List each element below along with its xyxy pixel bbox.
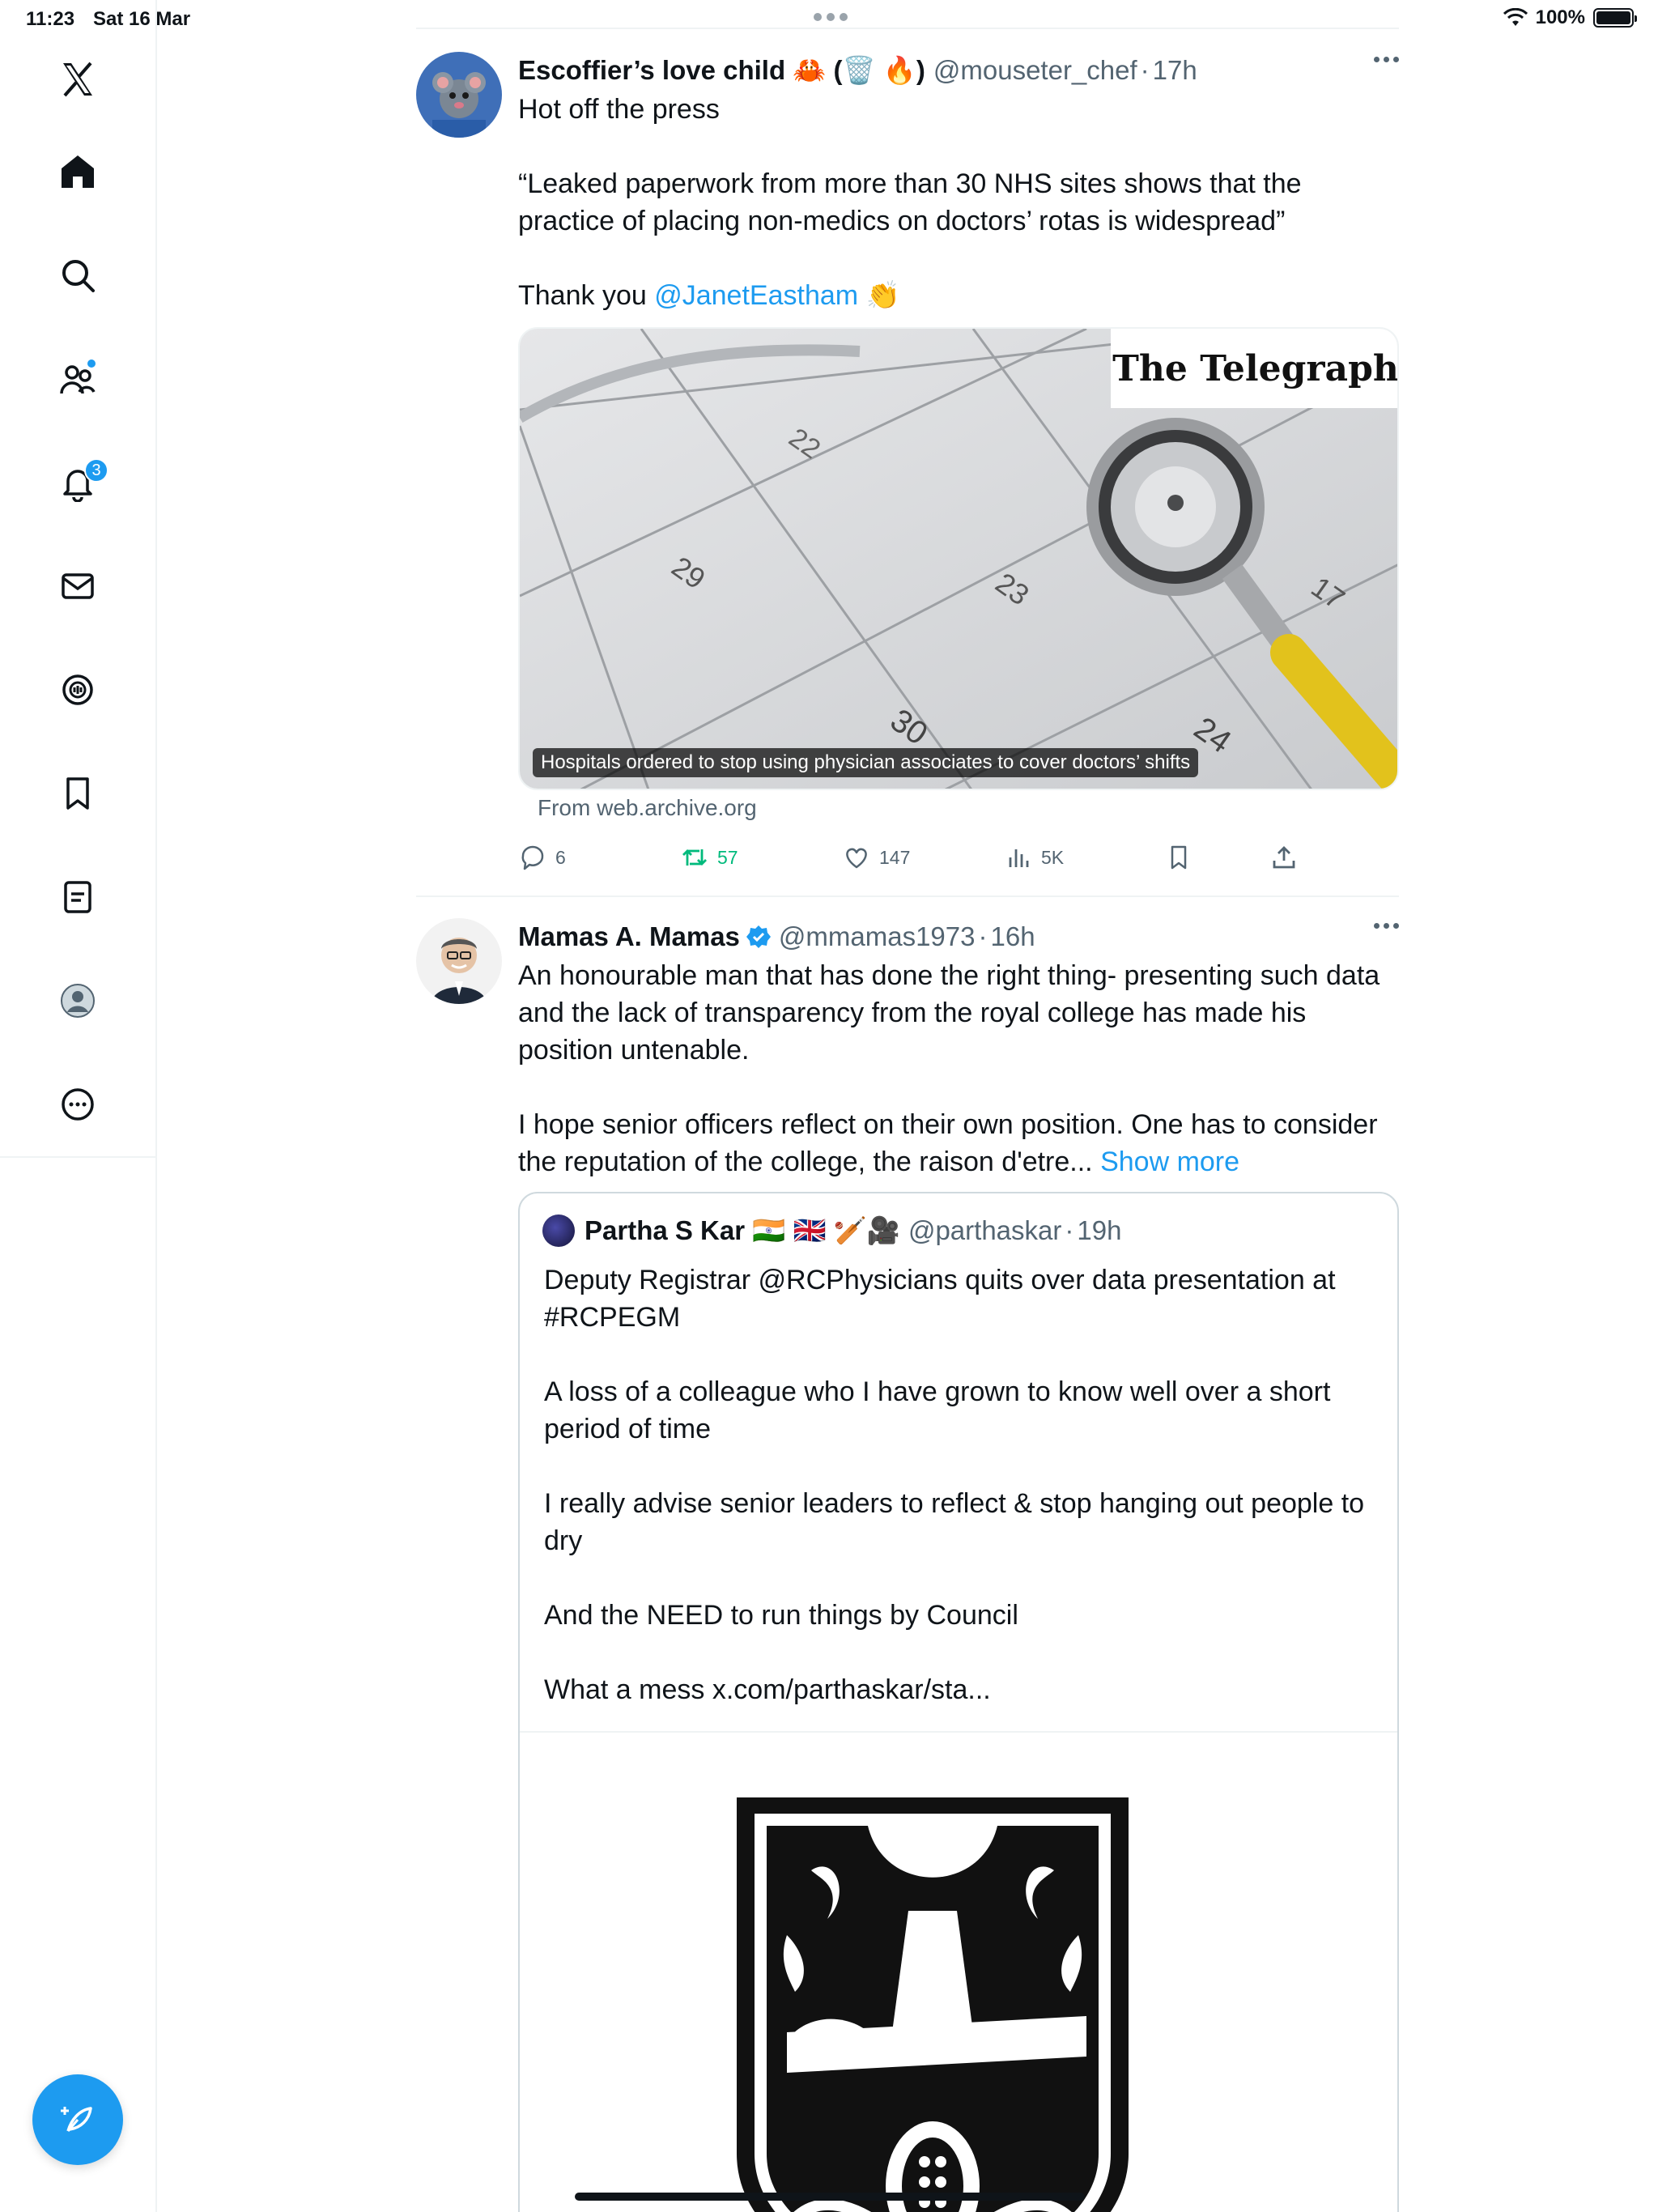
tweet-actions: 6 57 147 5K [518,837,1399,878]
show-more-link[interactable]: Show more [1100,1146,1239,1177]
separator: · [978,921,988,951]
share-icon [1273,846,1295,869]
handle[interactable]: @mmamas1973 [779,921,976,952]
image-caption: Hospitals ordered to stop using physicia… [533,748,1199,777]
tweet-header: Escoffier’s love child 🦀 (🗑️ 🔥) @mousete… [518,52,1399,89]
retweet-icon [682,849,707,866]
compose-feather-icon [61,2107,92,2132]
quote-avatar[interactable] [542,1214,575,1247]
timeline-feed: Escoffier’s love child 🦀 (🗑️ 🔥) @mousete… [416,0,1399,2212]
battery-percent: 100% [1535,6,1585,28]
link-source[interactable]: From web.archive.org [538,795,757,821]
reply-count: 6 [555,846,566,868]
bookmark-button[interactable] [1164,843,1193,872]
quote-timestamp[interactable]: 19h [1077,1215,1121,1246]
tweet[interactable]: Escoffier’s love child 🦀 (🗑️ 🔥) @mousete… [416,52,1399,894]
profile-avatar-icon[interactable] [49,972,107,1030]
verified-badge-icon [746,925,771,948]
more-options-icon[interactable] [1374,923,1399,929]
search-icon[interactable] [49,246,107,304]
college-crest-image [737,1797,1129,2212]
wifi-icon [1503,8,1528,26]
share-button[interactable] [1269,843,1299,872]
battery-icon [1593,8,1637,28]
link-card-image[interactable]: 29 22 30 23 24 17 The Telegraph Hospital… [518,327,1399,790]
reply-icon [521,845,544,870]
like-count: 147 [879,846,911,868]
home-icon[interactable] [49,143,107,201]
quoted-tweet[interactable]: Partha S Kar 🇮🇳 🇬🇧 🏏🎥 @parthaskar · 19h … [518,1192,1399,2212]
telegraph-logo: The Telegraph [1112,347,1399,389]
tweet[interactable]: Mamas A. Mamas @mmamas1973 · 16h An hono… [416,918,1399,2212]
tweet-header: Mamas A. Mamas @mmamas1973 · 16h [518,918,1399,955]
clap-emoji: 👏 [865,280,900,311]
thanks-text: Thank you [518,280,655,311]
quote-separator: · [1065,1215,1074,1245]
tweet-text-line-1: Hot off the press [518,94,720,125]
notifications-bell-icon[interactable]: 3 [49,453,108,512]
compose-tweet-button[interactable] [32,2074,123,2165]
bookmarks-icon[interactable] [49,764,107,823]
tweet-text-quote: “Leaked paperwork from more than 30 NHS … [518,168,1310,236]
heart-icon [846,848,867,869]
views-button[interactable]: 5K [1004,843,1064,872]
avatar[interactable] [416,918,502,1004]
like-button[interactable]: 147 [842,843,910,872]
reply-button[interactable]: 6 [518,843,566,872]
messages-icon[interactable] [49,557,107,615]
retweet-count: 57 [717,846,738,868]
quote-handle[interactable]: @parthaskar [908,1215,1061,1246]
bookmark-icon [1171,845,1187,870]
more-options-icon[interactable] [1374,57,1399,62]
sidebar: 3 [0,0,157,2212]
tweet-text-paragraph-1: An honourable man that has done the righ… [518,960,1388,1066]
grok-icon[interactable] [49,661,107,719]
view-count: 5K [1041,846,1065,868]
notifications-badge: 3 [84,458,108,483]
timestamp[interactable]: 17h [1153,55,1197,86]
communities-icon[interactable] [49,350,107,408]
display-name[interactable]: Mamas A. Mamas [518,921,740,952]
tweet-text-paragraph-2-text: I hope senior officers reflect on their … [518,1109,1385,1177]
x-logo-icon[interactable] [49,50,107,108]
mention-link[interactable]: @JanetEastham [654,280,858,311]
communities-dot-badge [86,358,97,369]
tweet-body: Escoffier’s love child 🦀 (🗑️ 🔥) @mousete… [518,52,1399,314]
tweet-body: Mamas A. Mamas @mmamas1973 · 16h An hono… [518,918,1399,1180]
retweet-button[interactable]: 57 [680,843,738,872]
quote-text: Deputy Registrar @RCPhysicians quits ove… [544,1265,1365,1705]
tweet-text-thanks: Thank you @JanetEastham 👏 [518,277,1399,314]
timestamp[interactable]: 16h [991,921,1035,952]
views-chart-icon [1009,849,1029,867]
tweet-divider [416,895,1399,897]
avatar[interactable] [416,52,502,138]
more-options-icon[interactable] [49,1075,107,1134]
display-name[interactable]: Escoffier’s love child 🦀 (🗑️ 🔥) [518,55,925,87]
quote-header: Partha S Kar 🇮🇳 🇬🇧 🏏🎥 @parthaskar · 19h [542,1214,1121,1247]
status-right: 100% [1503,6,1637,29]
separator: · [1140,55,1150,85]
sidebar-divider [0,1156,157,1158]
feed-top-divider [416,28,1399,29]
quote-image[interactable] [520,1731,1397,2212]
tweet-text-paragraph-2: I hope senior officers reflect on their … [518,1106,1399,1180]
quote-display-name[interactable]: Partha S Kar 🇮🇳 🇬🇧 🏏🎥 [585,1215,900,1247]
home-indicator[interactable] [575,2193,1085,2201]
handle[interactable]: @mouseter_chef [933,55,1137,86]
lists-icon[interactable] [49,868,107,926]
